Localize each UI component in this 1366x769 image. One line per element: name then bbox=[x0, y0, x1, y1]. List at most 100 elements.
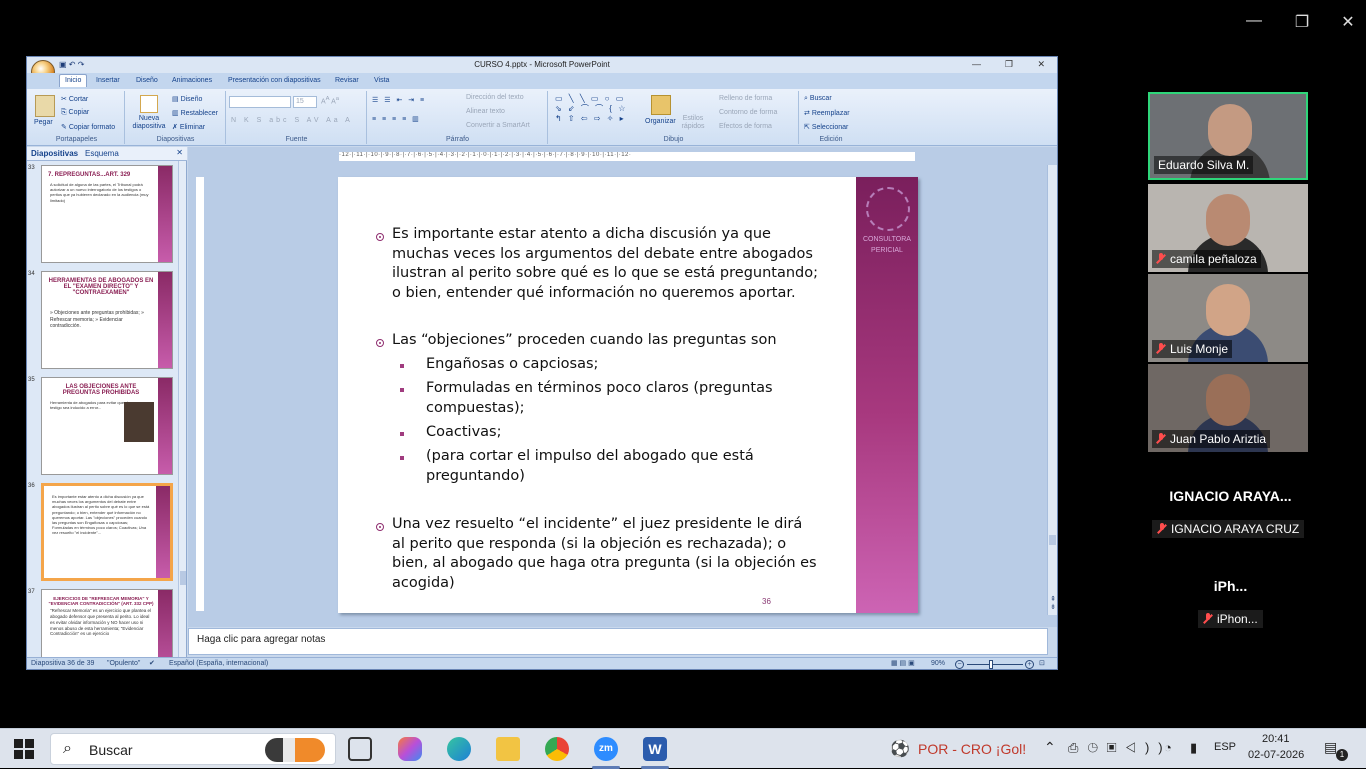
select-button[interactable]: ⇱ Seleccionar bbox=[804, 123, 848, 131]
participant-tile[interactable]: Juan Pablo Ariztia bbox=[1148, 364, 1308, 452]
format-painter-button[interactable]: ✎ Copiar formato bbox=[61, 123, 115, 131]
quick-styles-button[interactable]: Estilos rápidos bbox=[679, 115, 707, 132]
paste-button[interactable]: Pegar bbox=[34, 119, 53, 126]
close-pane-icon[interactable]: ✕ bbox=[176, 148, 183, 157]
find-button[interactable]: ⌕ Buscar bbox=[804, 95, 832, 103]
paste-icon[interactable] bbox=[35, 95, 55, 117]
slide-thumbnail[interactable]: EJERCICIOS DE "REFRESCAR MEMORIA" Y "EVI… bbox=[41, 589, 173, 657]
clock-date[interactable]: 02-07-2026 bbox=[1248, 749, 1304, 761]
close-button[interactable]: ✕ bbox=[1037, 59, 1045, 70]
view-icons[interactable]: ▦ ▤ ▣ bbox=[891, 659, 915, 667]
smartart-button[interactable]: Convertir a SmartArt bbox=[466, 122, 530, 129]
participant-tile[interactable]: camila peñaloza bbox=[1148, 184, 1308, 272]
cut-button[interactable]: ✂ Cortar bbox=[61, 95, 88, 103]
scroll-thumb[interactable] bbox=[180, 571, 186, 585]
shape-fill-button[interactable]: Relleno de forma bbox=[719, 95, 772, 102]
clock-time[interactable]: 20:41 bbox=[1262, 733, 1290, 745]
participant-name-bar[interactable]: iPhon... bbox=[1198, 610, 1263, 628]
sub-bullet-1[interactable]: Engañosas o capciosas; bbox=[426, 355, 598, 375]
news-widget[interactable]: POR - CRO ¡Gol! bbox=[918, 741, 1026, 757]
fit-window-icon[interactable]: ⊡ bbox=[1039, 659, 1045, 667]
file-explorer-icon[interactable] bbox=[496, 737, 520, 761]
zoom-level[interactable]: 90% bbox=[931, 660, 945, 667]
tab-presentacion[interactable]: Presentación con diapositivas bbox=[228, 77, 321, 84]
redo-icon[interactable]: ↷ bbox=[78, 60, 85, 69]
copilot-icon[interactable] bbox=[398, 737, 422, 761]
align-text-button[interactable]: Alinear texto bbox=[466, 108, 505, 115]
zoom-thumb[interactable] bbox=[989, 660, 993, 669]
font-name-input[interactable] bbox=[229, 96, 291, 108]
microphone-icon[interactable]: ▮ bbox=[1190, 740, 1197, 756]
edge-icon[interactable] bbox=[447, 737, 471, 761]
thumb-strip bbox=[158, 590, 172, 657]
tab-diseno[interactable]: Diseño bbox=[136, 77, 158, 84]
grow-font-icon[interactable]: AA Aa bbox=[321, 96, 339, 105]
page-nav-icons[interactable]: ⇞ ⇟ bbox=[1048, 595, 1057, 611]
tab-insertar[interactable]: Insertar bbox=[96, 77, 120, 84]
delete-slide-button[interactable]: ✗ Eliminar bbox=[172, 123, 205, 131]
slide-thumbnail[interactable]: LAS OBJECIONES ANTE PREGUNTAS PROHIBIDAS… bbox=[41, 377, 173, 475]
windows-start-icon[interactable] bbox=[14, 739, 34, 759]
taskbar-search[interactable]: ⌕ Buscar bbox=[50, 733, 336, 765]
slide-thumbnail-selected[interactable]: Es importante estar atento a dicha discu… bbox=[41, 483, 173, 581]
minimize-icon[interactable]: — bbox=[1242, 12, 1266, 30]
zoom-slider[interactable]: − + bbox=[955, 660, 1035, 669]
tray-icons[interactable]: ⎙◷▣◁)) bbox=[1068, 740, 1172, 756]
tab-esquema[interactable]: Esquema bbox=[85, 149, 119, 158]
save-icon[interactable]: ▣ bbox=[59, 60, 67, 69]
slide-thumbnail[interactable]: HERRAMIENTAS DE ABOGADOS EN EL "EXAMEN D… bbox=[41, 271, 173, 369]
participant-tile[interactable]: Eduardo Silva M. bbox=[1148, 92, 1308, 180]
shape-outline-button[interactable]: Contorno de forma bbox=[719, 109, 777, 116]
layout-button[interactable]: ▤ Diseño bbox=[172, 95, 202, 103]
bullet-2[interactable]: Las “objeciones” proceden cuando las pre… bbox=[392, 331, 777, 351]
slide-thumbnail[interactable]: 7. REPREGUNTAS...ART. 329 A solicitud de… bbox=[41, 165, 173, 263]
shapes-gallery[interactable]: ▭ ╲ ╲ ▭ ○ ▭ ⇘ ⇙ ⌒ ⌒ { ☆ ↰ ⇧ ⇦ ⇨ ✧ ▸ bbox=[555, 94, 627, 123]
sub-bullet-2[interactable]: Formuladas en términos poco claros (preg… bbox=[426, 379, 773, 418]
arrange-button[interactable]: Organizar bbox=[645, 118, 676, 125]
zoom-out-icon[interactable]: − bbox=[955, 660, 964, 669]
language[interactable]: Español (España, internacional) bbox=[169, 660, 268, 667]
maximize-button[interactable]: ❐ bbox=[1005, 59, 1013, 70]
word-icon[interactable]: W bbox=[643, 737, 667, 761]
tab-animaciones[interactable]: Animaciones bbox=[172, 77, 212, 84]
chrome-icon[interactable] bbox=[545, 737, 569, 761]
notes-pane[interactable]: Haga clic para agregar notas bbox=[188, 628, 1048, 655]
chevron-up-icon[interactable]: ⌃ bbox=[1044, 739, 1056, 756]
sub-bullet-4[interactable]: (para cortar el impulso del abogado que … bbox=[426, 447, 754, 486]
zoom-in-icon[interactable]: + bbox=[1025, 660, 1034, 669]
undo-icon[interactable]: ↶ bbox=[69, 60, 76, 69]
sub-bullet-3[interactable]: Coactivas; bbox=[426, 423, 501, 443]
restore-icon[interactable]: ❐ bbox=[1290, 12, 1314, 32]
new-slide-button[interactable]: Nueva diapositiva bbox=[130, 115, 168, 132]
font-size-input[interactable]: 15 bbox=[293, 96, 317, 108]
tab-vista[interactable]: Vista bbox=[374, 77, 389, 84]
bullet-1[interactable]: Es importante estar atento a dicha discu… bbox=[392, 225, 818, 303]
participant-tile[interactable]: Luis Monje bbox=[1148, 274, 1308, 362]
slide-canvas[interactable]: Es importante estar atento a dicha discu… bbox=[338, 177, 918, 613]
input-language[interactable]: ESP bbox=[1214, 741, 1236, 753]
minimize-button[interactable]: — bbox=[972, 59, 981, 69]
replace-button[interactable]: ⇄ Reemplazar bbox=[804, 109, 850, 117]
zoom-app-icon[interactable]: zm bbox=[594, 737, 618, 761]
arrange-icon[interactable] bbox=[651, 95, 671, 115]
tab-diapositivas[interactable]: Diapositivas bbox=[31, 149, 78, 158]
task-view-icon[interactable] bbox=[348, 737, 372, 761]
wifi-icon[interactable]: ◔ bbox=[1164, 740, 1172, 755]
align-icons[interactable]: ≡ ≡ ≡ ≡ ▥ bbox=[372, 115, 421, 123]
shape-effects-button[interactable]: Efectos de forma bbox=[719, 123, 772, 130]
tab-inicio[interactable]: Inicio bbox=[59, 74, 88, 87]
new-slide-icon[interactable] bbox=[140, 95, 158, 113]
slide-scrollbar[interactable]: ⇞ ⇟ bbox=[1047, 165, 1057, 615]
text-direction-button[interactable]: Dirección del texto bbox=[466, 94, 524, 101]
spellcheck-icon[interactable]: ✔ bbox=[149, 659, 155, 667]
reset-button[interactable]: ▥ Restablecer bbox=[172, 109, 218, 117]
participant-name-bar[interactable]: IGNACIO ARAYA CRUZ bbox=[1152, 520, 1305, 538]
list-icons[interactable]: ☰ ☰ ⇤ ⇥ ≡ bbox=[372, 96, 426, 104]
font-format-icons[interactable]: N K S abc S AV Aa A bbox=[231, 117, 353, 124]
close-icon[interactable]: ✕ bbox=[1336, 12, 1360, 32]
scroll-thumb[interactable] bbox=[1049, 535, 1056, 545]
copy-button[interactable]: ⎘ Copiar bbox=[61, 109, 89, 117]
thumbnail-scrollbar[interactable] bbox=[178, 161, 186, 657]
tab-revisar[interactable]: Revisar bbox=[335, 77, 359, 84]
bullet-3[interactable]: Una vez resuelto “el incidente” el juez … bbox=[392, 515, 817, 593]
